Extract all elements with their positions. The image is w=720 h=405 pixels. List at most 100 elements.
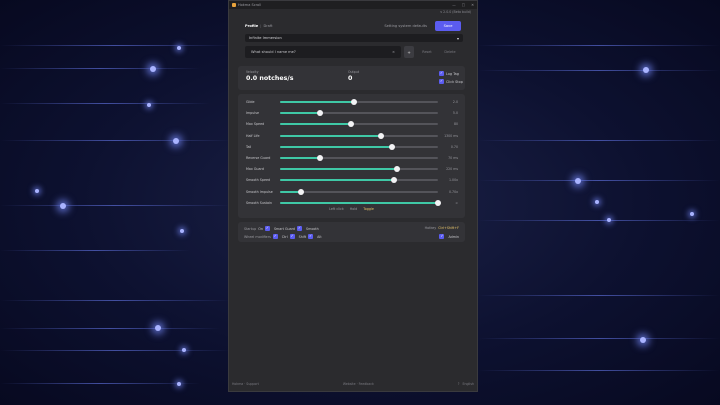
help-icon[interactable]: ?: [458, 382, 460, 386]
light-dot: [643, 67, 649, 73]
mode-toggle[interactable]: Toggle: [363, 207, 374, 211]
slider-track[interactable]: [280, 121, 438, 128]
slider-row: Smooth Speed 1.00x: [246, 177, 458, 184]
velocity-label: Velocity: [246, 70, 259, 74]
slider-thumb[interactable]: [389, 143, 396, 150]
check-icon[interactable]: ✓: [297, 226, 303, 231]
light-dot: [177, 46, 181, 50]
slider-track[interactable]: [280, 199, 441, 206]
light-dot: [182, 348, 186, 352]
slider-label: Glide: [246, 100, 255, 104]
slider-track[interactable]: [280, 132, 438, 139]
slider-label: Max Speed: [246, 122, 265, 127]
preset-select[interactable]: Infinite Immersion ▾: [245, 34, 463, 42]
check-icon[interactable]: ✓: [289, 234, 295, 239]
slider-fill: [280, 168, 397, 171]
minimize-button[interactable]: —: [452, 3, 456, 7]
slider-thumb[interactable]: [348, 121, 355, 128]
maximize-button[interactable]: □: [462, 3, 465, 7]
tab-draft[interactable]: Draft: [263, 24, 272, 28]
slider-label: Impulse: [246, 111, 260, 116]
slider-thumb[interactable]: [316, 155, 323, 161]
sliders-panel: Glide 2.0 Impulse 5.0 Max Speed 80 Half Life 13…: [238, 94, 465, 218]
slider-thumb[interactable]: [378, 132, 385, 139]
startup-value[interactable]: On: [258, 227, 263, 231]
slider-thumb[interactable]: [435, 199, 441, 206]
slider-label: Max Guard: [246, 167, 264, 172]
light-beam: [0, 328, 220, 329]
admin-label: Admin: [448, 234, 459, 239]
smart-guard-label: Smart Guard: [273, 226, 296, 231]
save-button[interactable]: Save: [435, 20, 461, 31]
profile-name-input[interactable]: What should I name me? ×: [245, 46, 401, 58]
system-defaults-link[interactable]: Setting system defaults: [384, 24, 427, 28]
slider-thumb[interactable]: [297, 188, 304, 195]
activation-mode: Left click Hold Toggle: [238, 207, 465, 211]
slider-value: 1.00x: [449, 178, 458, 183]
bottom-left-links[interactable]: Hokma · Support: [232, 382, 259, 386]
close-button[interactable]: ✕: [471, 3, 474, 7]
light-dot: [177, 382, 181, 386]
slider-value: 220 ms: [446, 167, 458, 172]
light-beam: [0, 383, 200, 384]
slider-value: 0.70x: [449, 189, 458, 194]
slider-track[interactable]: [280, 110, 438, 117]
slider-track[interactable]: [280, 155, 438, 161]
mode-left-click[interactable]: Left click: [329, 207, 344, 211]
language-selector[interactable]: English: [462, 382, 474, 386]
mode-hold[interactable]: Hold: [350, 207, 358, 211]
slider-row: Max Speed 80: [246, 121, 458, 128]
light-beam: [478, 220, 720, 221]
check-icon[interactable]: ✓: [264, 226, 270, 231]
light-dot: [155, 325, 161, 331]
slider-thumb[interactable]: [351, 99, 358, 105]
slider-track[interactable]: [280, 166, 438, 173]
check-icon[interactable]: ✓: [439, 234, 445, 239]
slider-thumb[interactable]: [390, 177, 397, 184]
light-dot: [640, 337, 646, 343]
check-icon[interactable]: ✓: [272, 234, 278, 239]
add-profile-button[interactable]: +: [404, 46, 414, 58]
slider-label: Tail: [246, 144, 252, 149]
reset-button[interactable]: Reset: [417, 46, 437, 58]
slider-label: Half Life: [246, 133, 260, 138]
slider-row: Impulse 5.0: [246, 110, 458, 117]
delete-button[interactable]: Delete: [440, 46, 460, 58]
slider-track[interactable]: [280, 99, 438, 105]
slider-value: 1300 ms: [444, 133, 458, 138]
slider-thumb[interactable]: [316, 110, 323, 117]
bottom-center-links[interactable]: Website · Feedback: [343, 382, 374, 386]
light-beam: [0, 103, 210, 104]
light-dot: [180, 229, 184, 233]
light-dot: [690, 212, 694, 216]
smooth-label: Smooth: [306, 226, 319, 231]
check-icon[interactable]: ✓: [308, 234, 314, 239]
slider-label: Smooth Sustain: [246, 200, 272, 205]
click-stop-checkbox[interactable]: ✓ Click Stop: [439, 79, 463, 84]
startup-line: Startup On ✓ Smart Guard ✓ Smooth: [244, 226, 319, 231]
clear-icon[interactable]: ×: [392, 50, 395, 54]
slider-thumb[interactable]: [393, 166, 400, 173]
hotkey-value[interactable]: Ctrl+Shift+F: [438, 226, 459, 230]
slider-label: Reverse Guard: [246, 156, 271, 160]
slider-row: Smooth Impulse 0.70x: [246, 188, 458, 195]
preset-value: Infinite Immersion: [249, 36, 282, 40]
light-dot: [575, 178, 581, 184]
log-tag-checkbox[interactable]: ✓ Log Tag: [439, 71, 459, 76]
slider-value: ∞: [455, 200, 458, 205]
stats-panel: Velocity 0.0 notches/s Output 0 ✓ Log Ta…: [238, 66, 465, 90]
click-stop-label: Click Stop: [446, 79, 463, 84]
slider-fill: [280, 157, 320, 159]
slider-fill: [280, 112, 320, 115]
slider-track[interactable]: [280, 177, 438, 184]
admin-line: ✓ Admin: [439, 234, 459, 239]
light-dot: [595, 200, 599, 204]
hotkey-label: Hotkey: [424, 226, 437, 230]
light-dot: [150, 66, 156, 72]
slider-row: Tail 0.70: [246, 143, 458, 150]
light-beam: [478, 140, 720, 141]
slider-track[interactable]: [280, 188, 438, 195]
mod-ctrl-label: Ctrl: [281, 234, 288, 239]
tab-profile[interactable]: Profile: [245, 24, 258, 28]
slider-track[interactable]: [280, 143, 438, 150]
